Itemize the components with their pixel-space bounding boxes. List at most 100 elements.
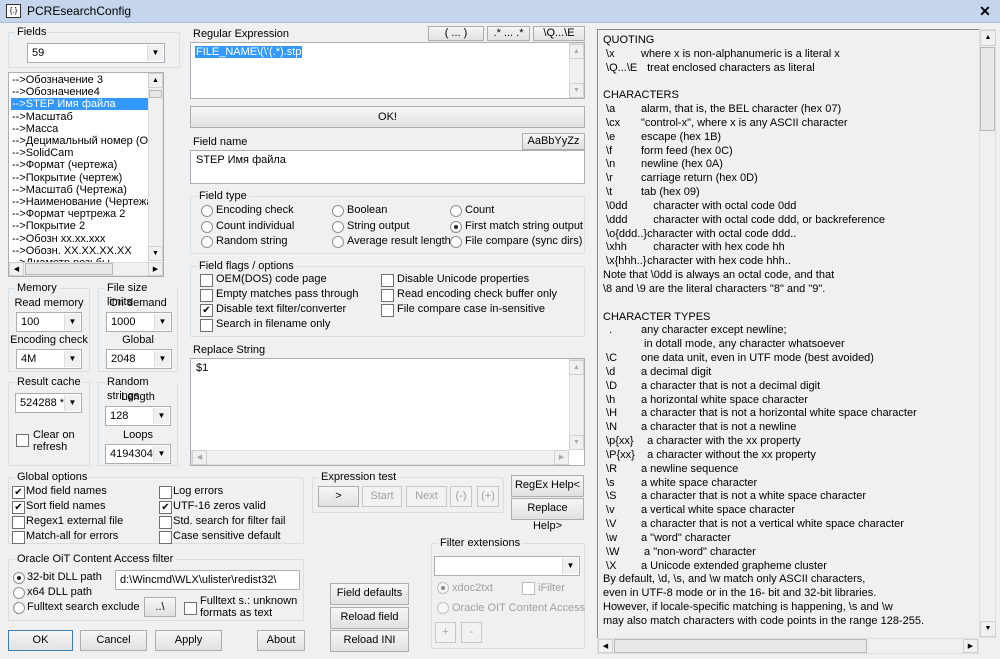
chevron-down-icon[interactable]: ▼	[147, 45, 163, 61]
filter-extensions-combo[interactable]: ▼	[434, 556, 580, 576]
replace-help-button[interactable]: Replace Help>	[511, 498, 584, 532]
fields-list-hscroll[interactable]: ◀ ▶	[9, 262, 163, 276]
scroll-right-icon[interactable]: ▶	[554, 450, 569, 465]
field-type-radio[interactable]	[450, 220, 462, 233]
chevron-down-icon[interactable]: ▼	[153, 408, 169, 424]
global-option-checkbox[interactable]	[159, 516, 172, 529]
radio-fulltext-exclude[interactable]	[13, 602, 25, 614]
scroll-right-icon[interactable]: ▶	[963, 639, 978, 653]
chevron-down-icon[interactable]: ▼	[562, 558, 578, 574]
field-defaults-button[interactable]: Field defaults	[330, 583, 409, 605]
list-item[interactable]: -->Покрытие (чертеж)	[11, 172, 149, 184]
field-type-radio[interactable]	[332, 205, 344, 217]
chevron-down-icon[interactable]: ▼	[64, 314, 80, 330]
list-item[interactable]: -->Масса	[11, 123, 149, 135]
scroll-down-icon[interactable]: ▼	[148, 246, 163, 261]
field-flag-checkbox[interactable]	[200, 319, 213, 332]
regex-help-button[interactable]: RegEx Help<	[511, 475, 584, 497]
fields-list[interactable]: -->Обозначение 3 -->Обозначение4 -->STEP И…	[8, 72, 164, 277]
minus-button[interactable]: (-)	[450, 486, 472, 507]
replace-hscroll[interactable]: ◀ ▶	[191, 450, 569, 465]
scroll-thumb[interactable]	[980, 47, 995, 131]
scroll-down-icon[interactable]: ▼	[569, 435, 584, 450]
fulltext-unknown-checkbox[interactable]	[184, 602, 197, 615]
read-memory-combo[interactable]: 100 ▼	[16, 312, 82, 332]
list-item[interactable]: -->Децимальный номер (Обозначение)	[11, 135, 149, 147]
chevron-down-icon[interactable]: ▼	[154, 351, 170, 367]
field-type-radio[interactable]	[332, 236, 344, 248]
clear-on-refresh-checkbox[interactable]	[16, 434, 29, 447]
regex-vscroll[interactable]: ▲ ▼	[569, 43, 584, 98]
scroll-up-icon[interactable]: ▲	[569, 360, 584, 375]
chevron-down-icon[interactable]: ▼	[154, 314, 170, 330]
list-item[interactable]: -->Обозн xx.xx.xxx	[11, 233, 149, 245]
field-type-radio[interactable]	[450, 205, 462, 217]
run-test-button[interactable]: >	[318, 486, 359, 507]
list-item[interactable]: -->Масштаб (Чертежа)	[11, 184, 149, 196]
scroll-down-icon[interactable]: ▼	[980, 621, 996, 637]
reload-ini-button[interactable]: Reload INI	[330, 630, 409, 652]
scroll-thumb[interactable]	[149, 90, 162, 98]
radio-xdoc2txt[interactable]	[437, 582, 449, 594]
quote-insert-button[interactable]: \Q...\E	[533, 26, 585, 41]
global-option-checkbox[interactable]	[159, 531, 172, 544]
field-name-input[interactable]: STEP Имя файла	[190, 150, 585, 184]
global-option-checkbox[interactable]: ✔	[12, 501, 25, 514]
start-button[interactable]: Start	[362, 486, 402, 507]
loops-combo[interactable]: 4194304 ▼	[105, 444, 171, 464]
on-demand-combo[interactable]: 1000 ▼	[106, 312, 172, 332]
scroll-up-icon[interactable]: ▲	[148, 73, 163, 88]
add-extension-button[interactable]: +	[435, 622, 456, 643]
ok-button[interactable]: OK	[8, 630, 73, 651]
chevron-down-icon[interactable]: ▼	[64, 395, 80, 411]
list-item[interactable]: -->Масштаб	[11, 111, 149, 123]
field-type-radio[interactable]	[201, 236, 213, 248]
scroll-up-icon[interactable]: ▲	[569, 44, 584, 59]
fields-combo[interactable]: 59 ▼	[27, 43, 165, 63]
global-option-checkbox[interactable]: ✔	[159, 501, 172, 514]
list-item[interactable]: -->STEP Имя файла	[11, 98, 149, 111]
fields-list-vscroll[interactable]: ▲ ▼	[148, 73, 163, 261]
scroll-right-icon[interactable]: ▶	[148, 262, 163, 276]
about-button[interactable]: About	[257, 630, 305, 651]
global-option-checkbox[interactable]: ✔	[12, 486, 25, 499]
next-button[interactable]: Next	[406, 486, 447, 507]
regex-ok-button[interactable]: OK!	[190, 106, 585, 128]
list-item[interactable]: -->Формат (чертежа)	[11, 159, 149, 171]
list-item[interactable]: -->Покрытие 2	[11, 220, 149, 232]
scroll-thumb[interactable]	[25, 263, 113, 275]
remove-extension-button[interactable]: -	[461, 622, 482, 643]
close-button[interactable]: ✕	[975, 3, 995, 20]
list-item[interactable]: -->Обозн. XX.XX.XX.XX	[11, 245, 149, 257]
scroll-left-icon[interactable]: ◀	[9, 262, 24, 276]
list-item[interactable]: -->Наименование (Чертежа)	[11, 196, 149, 208]
list-item[interactable]: -->SolidCam	[11, 147, 149, 159]
reload-field-button[interactable]: Reload field	[330, 607, 409, 629]
replace-vscroll[interactable]: ▲ ▼	[569, 359, 584, 450]
field-type-radio[interactable]	[332, 220, 344, 233]
result-cache-combo[interactable]: 524288 * ▼	[15, 393, 82, 413]
global-size-combo[interactable]: 2048 ▼	[106, 349, 172, 369]
help-vscroll[interactable]: ▲ ▼	[979, 29, 996, 638]
help-text-panel[interactable]: QUOTING \x where x is non-alphanumeric is…	[597, 29, 979, 638]
case-button[interactable]: AaBbYyZz	[522, 133, 585, 150]
field-flag-checkbox[interactable]	[381, 304, 394, 317]
field-flag-checkbox[interactable]: ✔	[200, 304, 213, 317]
scroll-down-icon[interactable]: ▼	[569, 83, 584, 98]
radio-oracle-oit[interactable]	[437, 602, 449, 614]
length-combo[interactable]: 128 ▼	[105, 406, 171, 426]
scroll-left-icon[interactable]: ◀	[598, 639, 613, 653]
scroll-up-icon[interactable]: ▲	[980, 30, 996, 46]
help-hscroll[interactable]: ◀ ▶	[597, 638, 979, 654]
field-type-radio[interactable]	[201, 220, 213, 233]
list-item[interactable]: -->Обозначение 3	[11, 74, 149, 86]
browse-button[interactable]: ..\	[144, 597, 176, 617]
scroll-left-icon[interactable]: ◀	[192, 450, 207, 465]
field-flag-checkbox[interactable]	[381, 289, 394, 302]
apply-button[interactable]: Apply	[155, 630, 222, 651]
radio-32bit[interactable]	[13, 572, 25, 584]
group-insert-button[interactable]: ( ... )	[428, 26, 484, 41]
dll-path-input[interactable]: d:\Wincmd\WLX\ulister\redist32\	[115, 570, 300, 590]
any-insert-button[interactable]: .* ... .*	[487, 26, 530, 41]
global-option-checkbox[interactable]	[12, 516, 25, 529]
